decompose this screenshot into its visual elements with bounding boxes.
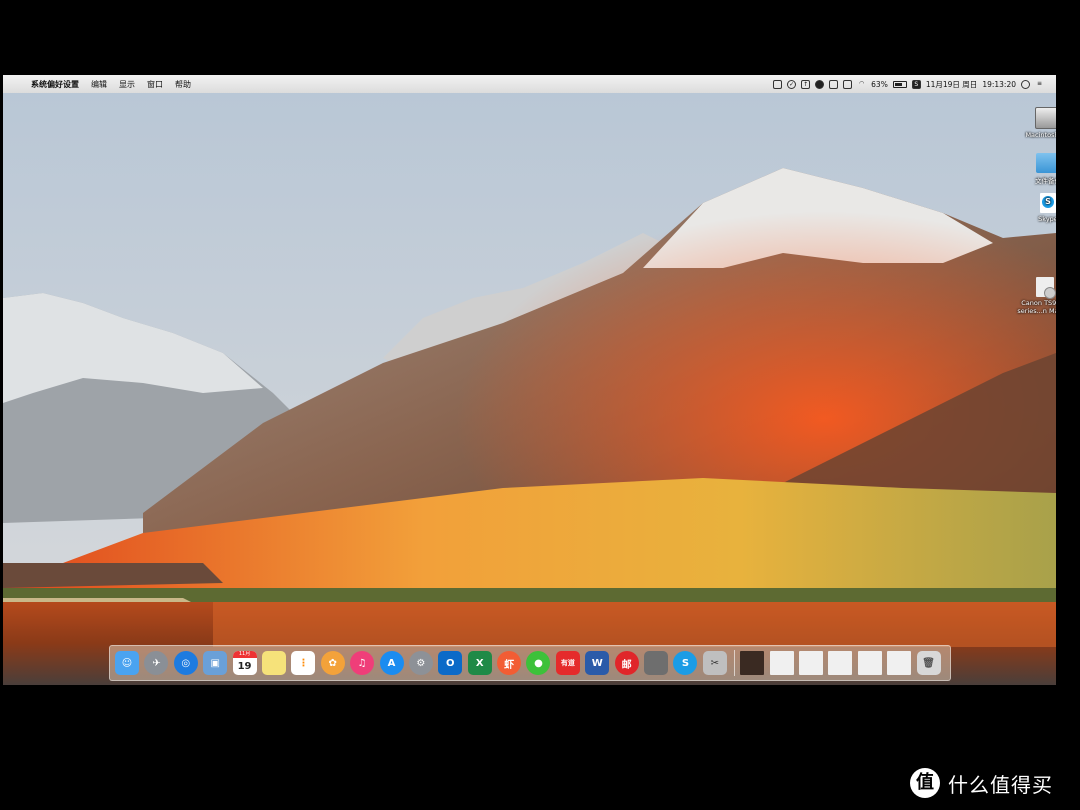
- status-app-icon-2[interactable]: [815, 79, 825, 89]
- xiami-icon[interactable]: 虾: [497, 651, 522, 675]
- dock-file-thumbnail-icon[interactable]: [798, 651, 823, 675]
- watermark-text: 什么值得买: [948, 772, 1053, 797]
- dock-file-thumbnail-icon[interactable]: [887, 651, 912, 675]
- dock: ☺ ✈ ◎ ▣ 11月 19 ⋮ ✿ ♫ A ⚙ O X 虾 ● 有道 W 邮 …: [109, 645, 951, 681]
- desktop-icon-canon-manual[interactable]: Canon TS9000 series...n Manual: [1013, 277, 1056, 315]
- system-preferences-icon[interactable]: ⚙: [408, 651, 433, 675]
- menu-window[interactable]: 窗口: [141, 79, 169, 90]
- input-method-icon[interactable]: S: [911, 79, 921, 89]
- utility-icon[interactable]: ✂: [702, 651, 727, 675]
- dock-separator: [734, 650, 736, 676]
- dock-file-thumbnail-icon[interactable]: [828, 651, 853, 675]
- folder-icon: [1036, 153, 1056, 173]
- desktop-icon-label: Macintosh HD: [1025, 131, 1056, 139]
- status-app-icon-4[interactable]: [843, 79, 853, 89]
- app-store-icon[interactable]: A: [379, 651, 404, 675]
- menubar-clock[interactable]: 19:13:20: [982, 80, 1016, 89]
- notes-icon[interactable]: [261, 651, 286, 675]
- status-app-icon-1[interactable]: [773, 79, 783, 89]
- menubar-date[interactable]: 11月19日 周日: [926, 79, 977, 90]
- safari-icon[interactable]: ◎: [173, 651, 198, 675]
- outlook-icon[interactable]: O: [438, 651, 463, 675]
- watermark-logo-icon: 值: [910, 768, 940, 798]
- desktop-wallpaper: [3, 93, 1056, 685]
- notebook-icon[interactable]: [644, 651, 669, 675]
- launchpad-icon[interactable]: ✈: [144, 651, 169, 675]
- reminders-icon[interactable]: ⋮: [291, 651, 316, 675]
- word-icon[interactable]: W: [585, 651, 610, 675]
- youdao-icon[interactable]: 有道: [555, 651, 580, 675]
- excel-icon[interactable]: X: [467, 651, 492, 675]
- menu-edit[interactable]: 编辑: [85, 79, 113, 90]
- status-app-icon-3[interactable]: [829, 79, 839, 89]
- itunes-icon[interactable]: ♫: [350, 651, 375, 675]
- trash-icon[interactable]: 🗑: [916, 651, 941, 675]
- dock-file-thumbnail-icon[interactable]: [857, 651, 882, 675]
- wifi-icon[interactable]: ◠: [857, 80, 866, 89]
- check-icon[interactable]: ✓: [787, 79, 797, 89]
- photos-icon[interactable]: ✿: [320, 651, 345, 675]
- desktop-icon-label: 文件备份: [1035, 177, 1056, 185]
- calendar-month: 11月: [232, 651, 257, 658]
- mac-screen: 系统偏好设置 编辑 显示 窗口 帮助 ✓ ↑ ◠ 63% S 11月19日 周日…: [3, 75, 1056, 685]
- battery-icon[interactable]: [892, 80, 907, 88]
- finder-icon[interactable]: ☺: [115, 651, 139, 675]
- status-area: ✓ ↑ ◠ 63% S 11月19日 周日 19:13:20 ≡: [773, 79, 1056, 90]
- skype-icon[interactable]: S: [673, 651, 698, 675]
- wechat-icon[interactable]: ●: [526, 651, 551, 675]
- desktop-icon-backup-folder[interactable]: 文件备份: [1021, 153, 1056, 185]
- menu-bar: 系统偏好设置 编辑 显示 窗口 帮助 ✓ ↑ ◠ 63% S 11月19日 周日…: [3, 75, 1056, 93]
- notification-center-icon[interactable]: ≡: [1035, 80, 1044, 89]
- preview-icon[interactable]: ▣: [203, 651, 228, 675]
- watermark: 值 什么值得买: [910, 768, 1053, 798]
- menu-view[interactable]: 显示: [113, 79, 141, 90]
- dock-file-thumbnail-icon[interactable]: [740, 651, 765, 675]
- desktop-icon-label: Skype: [1038, 215, 1056, 223]
- calendar-icon[interactable]: 11月 19: [232, 651, 257, 675]
- spotlight-icon[interactable]: [1021, 79, 1030, 89]
- upload-icon[interactable]: ↑: [801, 79, 811, 89]
- dock-file-thumbnail-icon[interactable]: [769, 651, 794, 675]
- hard-drive-icon: [1035, 107, 1056, 129]
- canon-manual-icon: [1036, 277, 1056, 299]
- skype-document-icon: [1040, 193, 1056, 213]
- app-menu[interactable]: 系统偏好设置: [25, 79, 85, 90]
- desktop-icon-label: Canon TS9000 series...n Manual: [1017, 299, 1056, 315]
- calendar-day: 19: [237, 660, 252, 672]
- menu-help[interactable]: 帮助: [169, 79, 197, 90]
- battery-percent[interactable]: 63%: [871, 80, 888, 89]
- mail-app-icon[interactable]: 邮: [614, 651, 639, 675]
- desktop-icon-skype[interactable]: Skype: [1021, 193, 1056, 223]
- desktop-icon-macintosh-hd[interactable]: Macintosh HD: [1021, 107, 1056, 139]
